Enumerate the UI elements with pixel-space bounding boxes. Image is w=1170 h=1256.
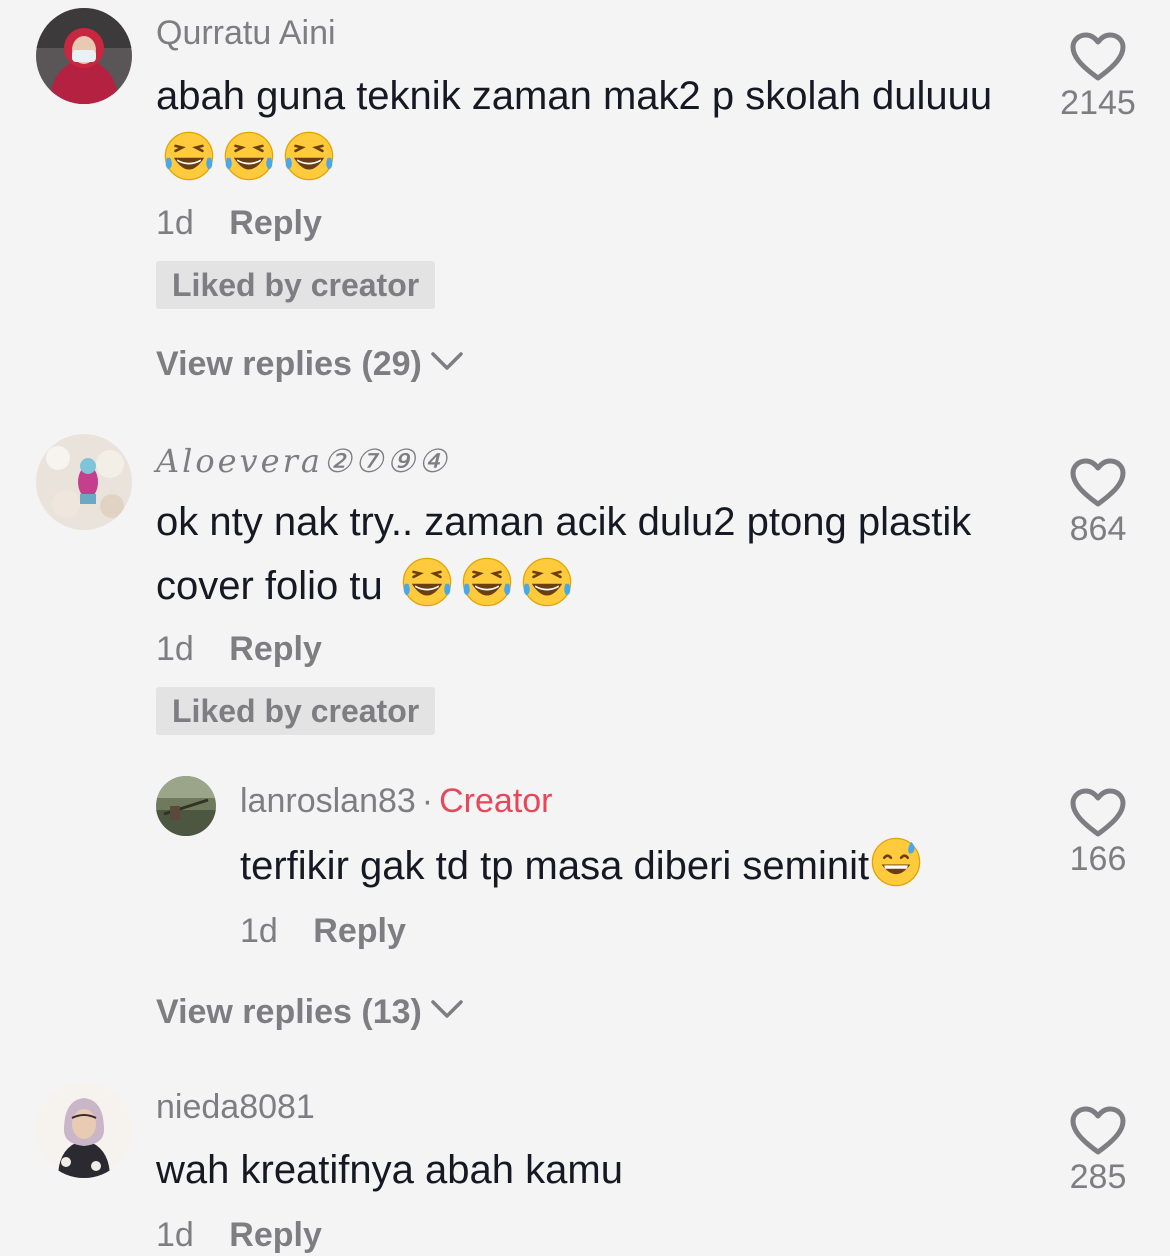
reply-text-body: terfikir gak td tp masa diberi seminit	[240, 844, 870, 888]
separator-dot: ·	[421, 782, 434, 820]
username[interactable]: Aloevera②⑦⑨④	[156, 442, 450, 480]
like-button[interactable]: 285	[1038, 1106, 1158, 1197]
avatar[interactable]	[36, 434, 132, 530]
chevron-down-icon	[430, 990, 464, 1012]
heart-outline-icon	[1070, 788, 1126, 838]
like-count: 285	[1069, 1158, 1127, 1196]
timestamp: 1d	[156, 1216, 194, 1254]
laughing-emoji-icon	[460, 555, 514, 609]
reply-username-row: lanroslan83 · Creator	[240, 782, 553, 821]
heart-outline-icon	[1070, 32, 1126, 82]
reply-text: terfikir gak td tp masa diberi seminit	[240, 834, 1020, 898]
heart-outline-icon	[1070, 458, 1126, 508]
comment-text-body: abah guna teknik zaman mak2 p skolah dul…	[156, 74, 993, 118]
laughing-emoji-icon	[162, 129, 216, 183]
like-button[interactable]: 864	[1038, 458, 1158, 549]
username[interactable]: lanroslan83	[240, 782, 416, 820]
laughing-emoji-icon	[400, 555, 454, 609]
comment-text: abah guna teknik zaman mak2 p skolah dul…	[156, 64, 1006, 192]
laughing-emoji-icon	[520, 555, 574, 609]
comment-meta: 1d Reply	[156, 1216, 322, 1255]
like-count: 864	[1069, 510, 1127, 548]
timestamp: 1d	[156, 630, 194, 668]
like-button[interactable]: 2145	[1038, 32, 1158, 123]
reply-button[interactable]: Reply	[229, 204, 322, 242]
creator-avatar[interactable]	[156, 776, 216, 836]
timestamp: 1d	[240, 912, 278, 950]
reply-button[interactable]: Reply	[229, 630, 322, 668]
comment-text-body: wah kreatifnya abah kamu	[156, 1148, 623, 1192]
avatar[interactable]	[36, 8, 132, 104]
heart-outline-icon	[1070, 1106, 1126, 1156]
like-count: 166	[1069, 840, 1127, 878]
view-replies-label: View replies (29)	[156, 345, 422, 383]
view-replies-label: View replies (13)	[156, 993, 422, 1031]
laughing-emoji-icon	[222, 129, 276, 183]
reply-button[interactable]: Reply	[229, 1216, 322, 1254]
timestamp: 1d	[156, 204, 194, 242]
comment-text: wah kreatifnya abah kamu	[156, 1138, 1006, 1202]
liked-by-creator-badge: Liked by creator	[156, 687, 436, 735]
reply-meta: 1d Reply	[240, 912, 406, 951]
view-replies-button[interactable]: View replies (13)	[156, 990, 464, 1032]
username[interactable]: nieda8081	[156, 1088, 315, 1127]
chevron-down-icon	[430, 342, 464, 364]
like-count: 2145	[1060, 84, 1136, 122]
view-replies-button[interactable]: View replies (29)	[156, 342, 464, 384]
creator-label: Creator	[439, 782, 553, 820]
comment-meta: 1d Reply	[156, 630, 322, 669]
sweat-smile-emoji-icon	[869, 835, 923, 889]
reply-button[interactable]: Reply	[313, 912, 406, 950]
username[interactable]: Qurratu Aini	[156, 14, 336, 53]
avatar[interactable]	[36, 1082, 132, 1178]
like-button[interactable]: 166	[1038, 788, 1158, 879]
laughing-emoji-icon	[282, 129, 336, 183]
liked-by-creator-badge: Liked by creator	[156, 261, 436, 309]
comment-text: ok nty nak try.. zaman acik dulu2 ptong …	[156, 490, 1006, 618]
comment-meta: 1d Reply	[156, 204, 322, 243]
